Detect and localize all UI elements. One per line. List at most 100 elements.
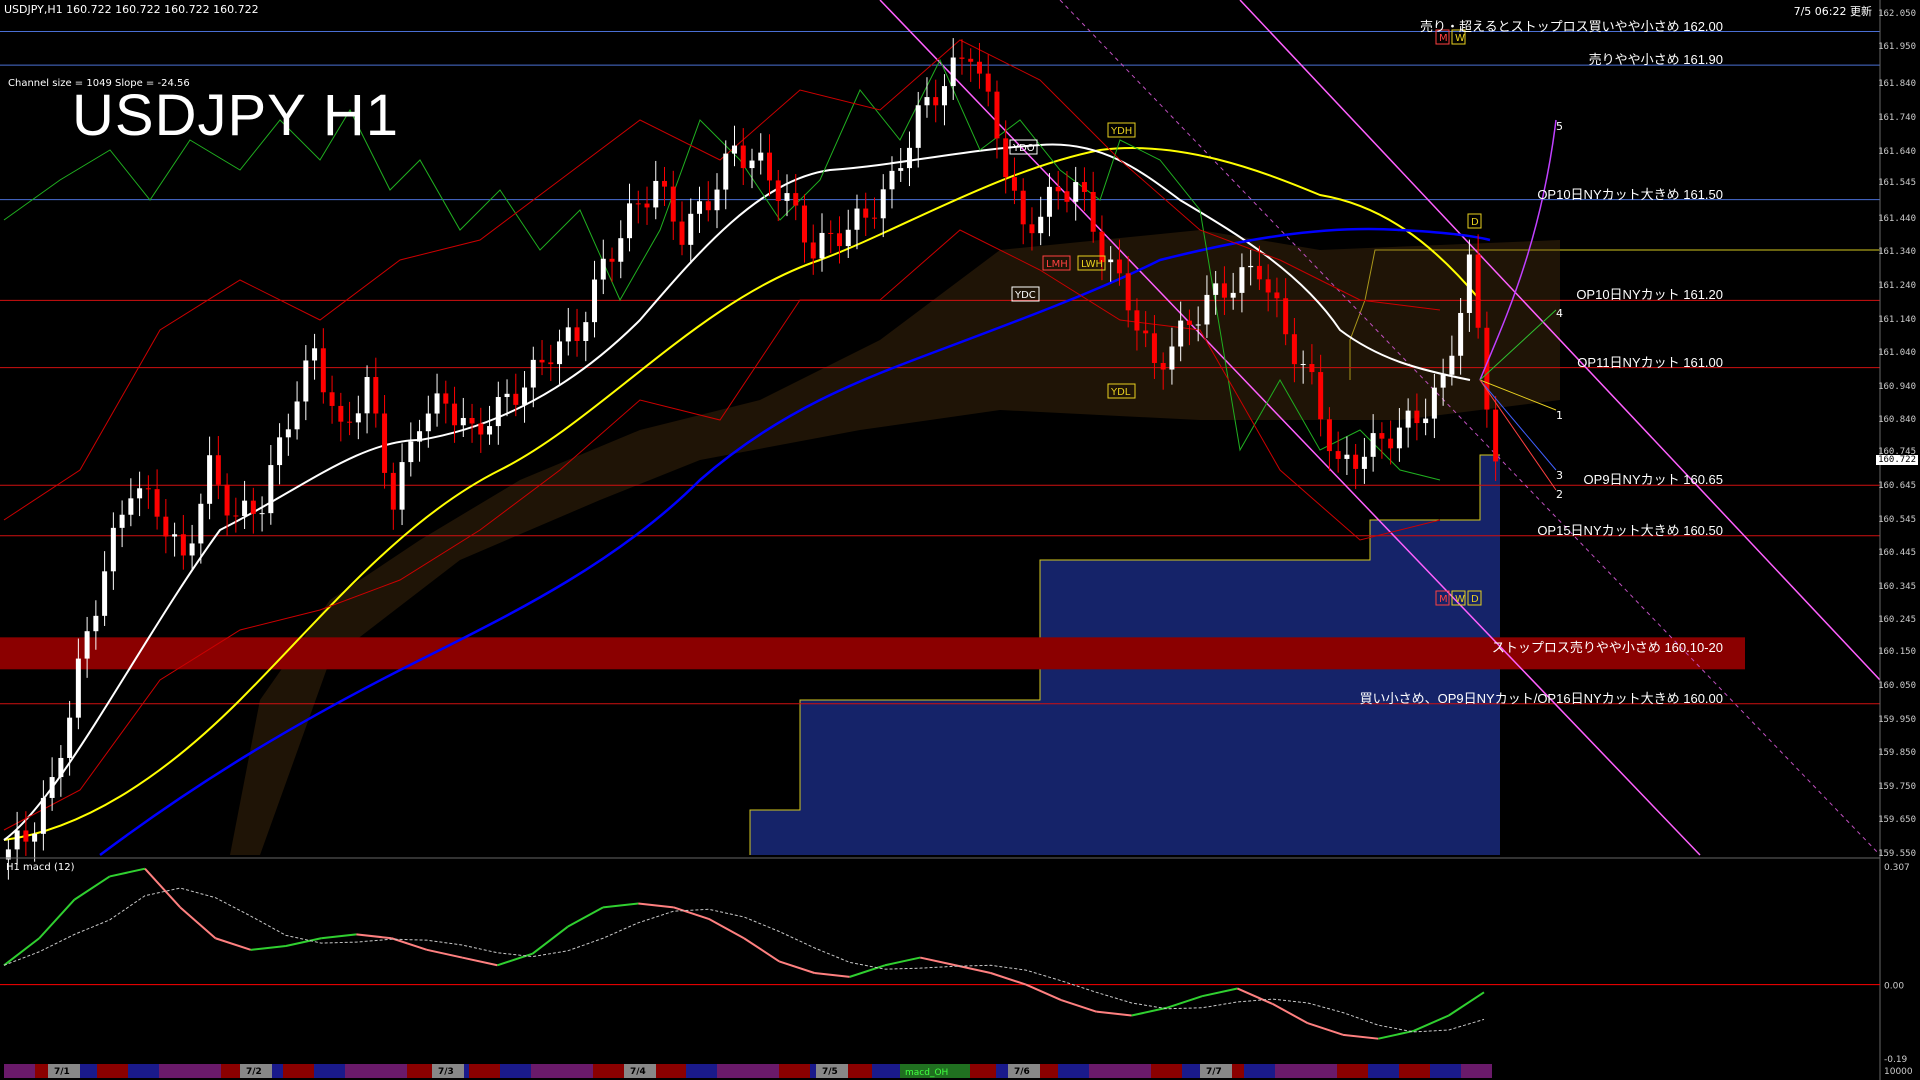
candle-body	[504, 393, 510, 398]
price-tick: 160.445	[1878, 548, 1916, 559]
candle-body	[1493, 409, 1499, 462]
candle-body	[408, 441, 414, 463]
candle-body	[1186, 320, 1192, 326]
candle-body	[285, 429, 291, 438]
candle-body	[758, 152, 764, 161]
candle-body	[906, 147, 912, 169]
candle-body	[985, 73, 991, 92]
candle-body	[1405, 410, 1411, 428]
candle-body	[1466, 254, 1472, 313]
candle-body	[1344, 454, 1350, 459]
session-segment	[1306, 1064, 1337, 1078]
price-tick: 160.245	[1878, 615, 1916, 626]
candle-body	[1064, 191, 1070, 202]
candle-body	[653, 180, 659, 208]
candle-body	[434, 393, 440, 414]
candle-body	[23, 830, 29, 842]
price-tick: 160.645	[1878, 480, 1916, 491]
fib-label: 2	[1556, 488, 1563, 501]
candle-body	[863, 208, 869, 218]
candle-body	[1204, 294, 1210, 325]
candle-body	[198, 503, 204, 544]
candle-body	[1423, 418, 1429, 424]
session-segment	[593, 1064, 624, 1078]
candle-body	[513, 393, 519, 405]
date-label: 7/5	[822, 1067, 838, 1077]
price-tick: 161.440	[1878, 213, 1916, 224]
price-tick: 161.950	[1878, 42, 1916, 53]
session-segment	[717, 1064, 748, 1078]
candle-body	[530, 359, 536, 388]
candle-body	[1055, 186, 1061, 192]
level-label: OP11日NYカット 161.00	[1577, 354, 1723, 370]
candle-body	[320, 348, 326, 393]
level-label: ストップロス売りやや小さめ 160.10-20	[1491, 640, 1723, 656]
candle-body	[1475, 254, 1481, 328]
candle-body	[49, 777, 55, 798]
macd-axis-tick: -0.19	[1884, 1055, 1908, 1065]
fib-label: 1	[1556, 409, 1563, 422]
candle-body	[819, 232, 825, 259]
candle-body	[574, 327, 580, 341]
candle-body	[399, 462, 405, 510]
candle-body	[810, 242, 816, 259]
macd-title: H1 macd (12)	[6, 862, 75, 873]
marker-m2: M	[1439, 594, 1448, 605]
candle-body	[1431, 387, 1437, 419]
candle-body	[1178, 320, 1184, 347]
price-tick: 159.850	[1878, 748, 1916, 759]
candle-body	[889, 170, 895, 190]
candle-body	[180, 534, 186, 556]
candle-body	[775, 180, 781, 201]
session-segment	[1368, 1064, 1399, 1078]
candle-body	[172, 534, 178, 537]
marker-w2: W	[1455, 594, 1465, 605]
macd-axis-tick: 0.00	[1884, 982, 1904, 992]
price-tick: 160.545	[1878, 514, 1916, 525]
price-tick: 159.750	[1878, 781, 1916, 792]
candle-body	[592, 279, 598, 323]
candle-body	[644, 203, 650, 208]
candle-body	[145, 488, 151, 490]
candle-body	[154, 489, 160, 517]
candle-body	[303, 360, 309, 402]
candle-body	[836, 233, 842, 247]
candle-body	[766, 152, 772, 181]
session-segment	[314, 1064, 345, 1078]
candle-body	[224, 484, 230, 516]
date-label: 7/1	[54, 1067, 70, 1077]
session-segment	[469, 1064, 500, 1078]
candle-body	[1361, 456, 1367, 469]
candle-body	[128, 498, 134, 515]
session-segment	[1399, 1064, 1430, 1078]
current-price-tag: 160.722	[1876, 455, 1918, 466]
session-segment	[4, 1064, 35, 1078]
price-tick: 160.345	[1878, 581, 1916, 592]
candle-body	[1125, 273, 1131, 311]
price-tick: 159.950	[1878, 714, 1916, 725]
candle-body	[1309, 364, 1315, 373]
candle-body	[784, 193, 790, 201]
candle-body	[1458, 312, 1464, 356]
candle-body	[460, 417, 466, 426]
candle-body	[294, 401, 300, 430]
marker-d2: D	[1471, 594, 1479, 605]
session-segment	[686, 1064, 717, 1078]
candle-body	[1020, 190, 1026, 225]
price-tick: 161.840	[1878, 79, 1916, 90]
price-tick: 160.840	[1878, 415, 1916, 426]
candle-body	[1046, 186, 1052, 217]
candle-body	[495, 397, 501, 427]
candle-body	[277, 437, 283, 466]
candle-body	[933, 97, 939, 106]
candle-body	[697, 201, 703, 214]
candle-body	[119, 514, 125, 528]
candle-body	[1038, 216, 1044, 234]
candle-body	[793, 193, 799, 206]
candle-body	[478, 423, 484, 435]
session-segment	[1461, 1064, 1492, 1078]
candle-body	[364, 377, 370, 414]
candle-body	[1248, 265, 1254, 268]
fib-label: 3	[1556, 469, 1563, 482]
level-label: OP10日NYカット大きめ 161.50	[1537, 186, 1723, 202]
